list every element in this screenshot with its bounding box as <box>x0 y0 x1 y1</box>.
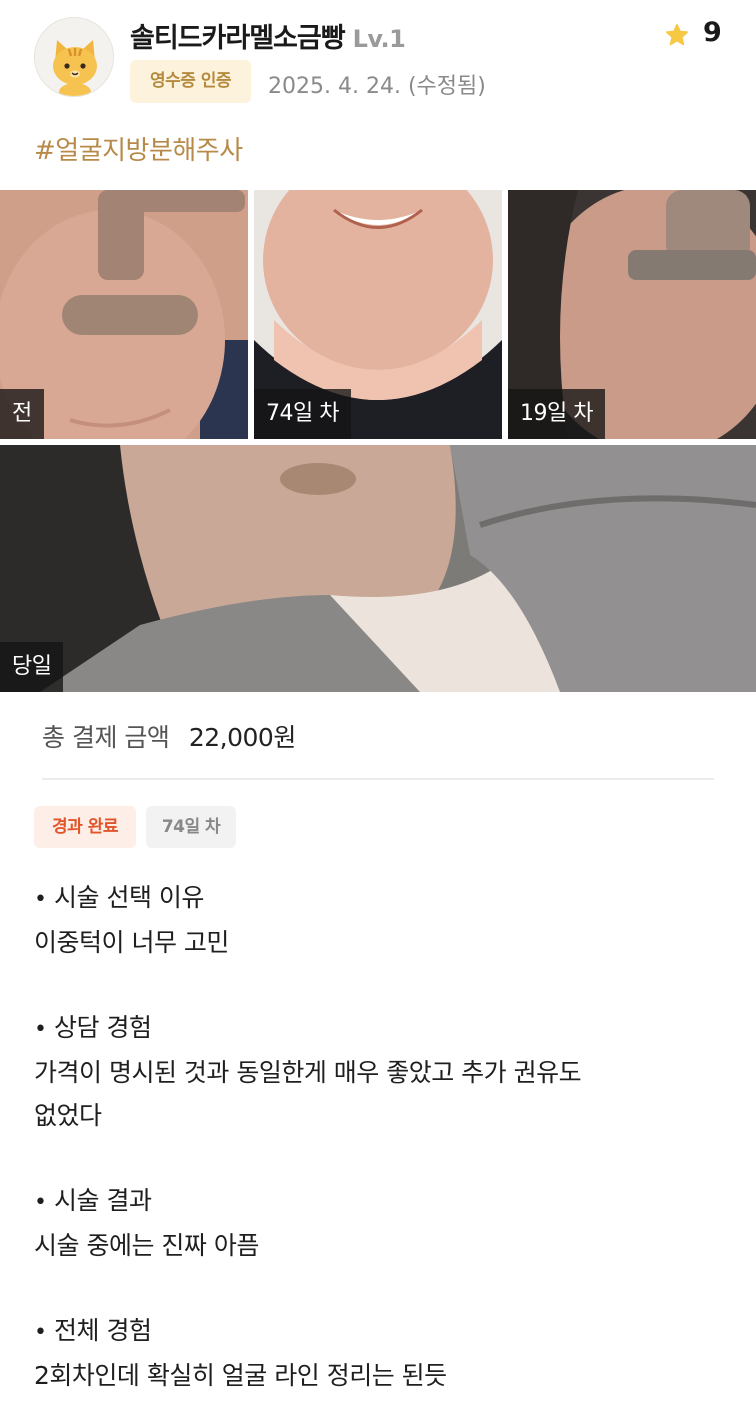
section-text: 이중턱이 너무 고민 <box>34 928 229 957</box>
photo-same-day[interactable]: 당일 <box>0 445 756 692</box>
cat-avatar-icon[interactable] <box>34 17 114 97</box>
total-payment-label: 총 결제 금액 <box>42 723 170 752</box>
rating-value: 9 <box>703 17 722 48</box>
review-section: • 상담 경험 가격이 명시된 것과 동일한게 매우 좋았고 추가 권유도 없었다 <box>34 1006 724 1137</box>
section-title: • 상담 경험 <box>34 1013 152 1042</box>
photo-label: 74일 차 <box>254 389 351 439</box>
photo-day-74[interactable]: 74일 차 <box>254 190 502 439</box>
total-payment: 총 결제 금액 22,000원 <box>42 718 296 754</box>
section-text: 가격이 명시된 것과 동일한게 매우 좋았고 추가 권유도 <box>34 1058 582 1087</box>
neck-photo-image <box>0 445 756 692</box>
star-icon <box>665 23 689 46</box>
receipt-verified-badge: 영수증 인증 <box>130 60 251 103</box>
photo-label: 당일 <box>0 642 64 692</box>
total-payment-amount: 22,000원 <box>188 723 296 752</box>
section-title: • 시술 선택 이유 <box>34 883 204 912</box>
photo-before[interactable]: 전 <box>0 190 248 439</box>
divider <box>42 778 714 780</box>
section-text: 시술 중에는 진짜 아픔 <box>34 1231 259 1260</box>
section-text: 2회차인데 확실히 얼굴 라인 정리는 된듯 <box>34 1361 447 1390</box>
review-date: 2025. 4. 24. (수정됨) <box>268 74 486 99</box>
treatment-hashtag[interactable]: #얼굴지방분해주사 <box>34 130 243 167</box>
photo-label: 19일 차 <box>508 389 605 439</box>
progress-complete-badge: 경과 완료 <box>34 806 136 848</box>
day-count-badge: 74일 차 <box>146 806 236 848</box>
section-title: • 전체 경험 <box>34 1316 152 1345</box>
review-section: • 시술 결과 시술 중에는 진짜 아픔 <box>34 1179 724 1267</box>
review-section: • 전체 경험 2회차인데 확실히 얼굴 라인 정리는 된듯 <box>34 1309 724 1397</box>
review-header: 솔티드카라멜소금빵 Lv.1 9 영수증 인증 2025. 4. 24. (수정됨… <box>0 0 756 120</box>
username[interactable]: 솔티드카라멜소금빵 Lv.1 <box>130 16 406 55</box>
section-text: 없었다 <box>34 1101 102 1130</box>
photo-day-19[interactable]: 19일 차 <box>508 190 756 439</box>
user-level: Lv.1 <box>352 25 406 53</box>
review-body: • 시술 선택 이유 이중턱이 너무 고민 • 상담 경험 가격이 명시된 것과 동… <box>34 876 724 1401</box>
review-section: • 시술 선택 이유 이중턱이 너무 고민 <box>34 876 724 964</box>
section-title: • 시술 결과 <box>34 1186 152 1215</box>
photo-label: 전 <box>0 389 44 439</box>
